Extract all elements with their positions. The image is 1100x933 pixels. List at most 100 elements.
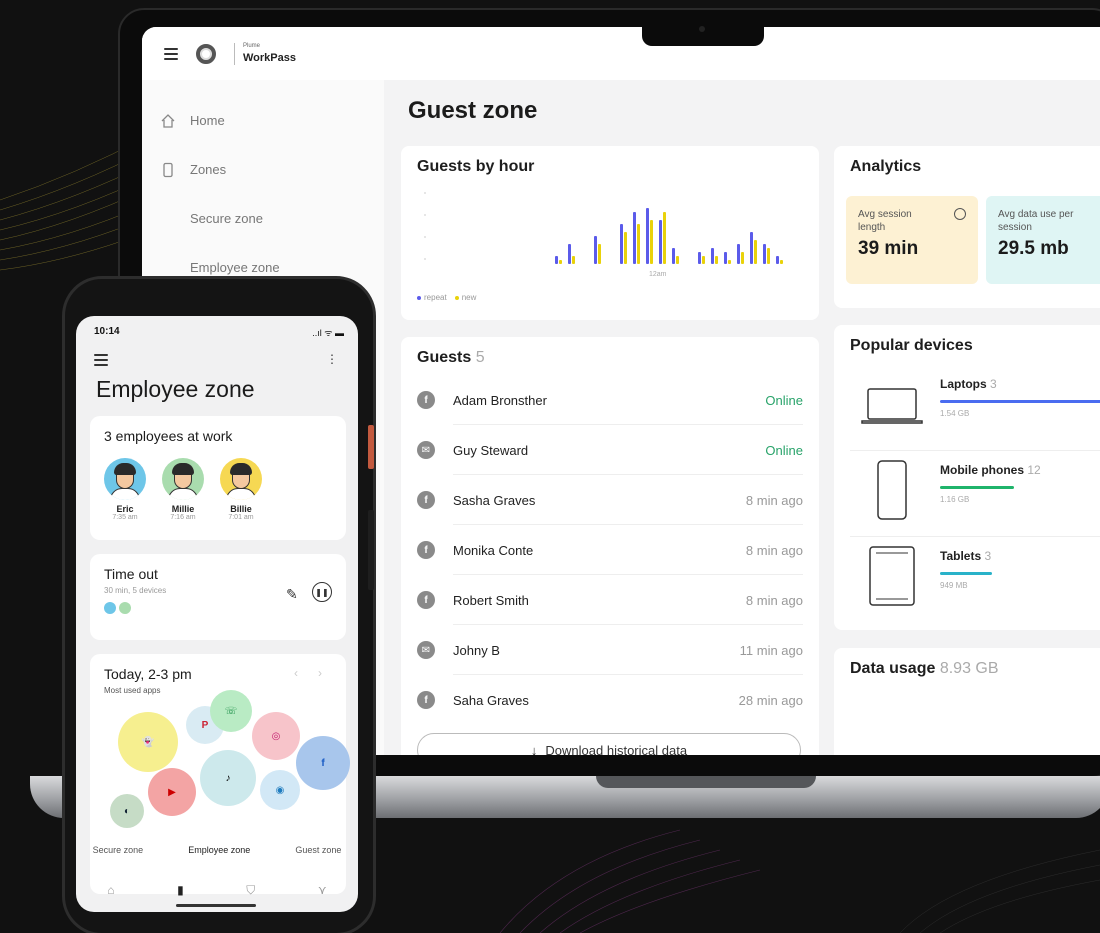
card-title: Time out bbox=[104, 566, 158, 582]
card-title: Today, 2-3 pm bbox=[104, 666, 192, 682]
shield-icon[interactable]: ⛉ bbox=[246, 883, 255, 898]
phone-menu-icon[interactable] bbox=[94, 354, 108, 366]
whatsapp-icon[interactable]: ☏ bbox=[210, 690, 252, 732]
download-icon: ↓ bbox=[530, 742, 538, 756]
next-arrow-icon[interactable]: › bbox=[318, 666, 322, 680]
bar-new bbox=[624, 232, 627, 264]
bar-new bbox=[637, 224, 640, 264]
card-title: Guests by hour bbox=[417, 158, 535, 175]
avatar bbox=[162, 458, 204, 500]
employees-at-work-card: 3 employees at work Eric 7:35 am Millie 7:1… bbox=[90, 416, 346, 540]
guest-status: 11 min ago bbox=[739, 642, 803, 658]
chat-app-icon[interactable]: ◉ bbox=[260, 770, 300, 810]
guest-name: Sasha Graves bbox=[453, 492, 536, 508]
popular-devices-card: Popular devices Laptops 3 1.54 GB Mobile… bbox=[834, 325, 1100, 630]
guest-avatar-icon: f bbox=[417, 691, 435, 709]
guest-row[interactable]: f Monika Conte 8 min ago bbox=[417, 525, 803, 575]
employee-name: Millie bbox=[171, 504, 195, 514]
plume-logo-icon bbox=[196, 43, 216, 64]
guests-by-hour-card: Guests by hour 12am repeat new bbox=[401, 146, 819, 320]
card-title: Data usage 8.93 GB bbox=[850, 660, 999, 677]
download-historical-data-button[interactable]: ↓ Download historical data bbox=[417, 733, 801, 755]
guest-name: Robert Smith bbox=[453, 592, 529, 608]
employee-avatar[interactable]: Billie 7:01 am bbox=[216, 458, 266, 521]
device-row-tablets[interactable]: Tablets 3 949 MB bbox=[850, 537, 1100, 623]
main-content: Guest zone Guests by hour 12am repeat ne… bbox=[384, 80, 1100, 755]
bar-new bbox=[754, 240, 757, 264]
bar-repeat bbox=[776, 256, 779, 264]
card-subtitle: 30 min, 5 devices bbox=[104, 586, 167, 595]
brand-logo[interactable]: Plume WorkPass bbox=[234, 42, 296, 65]
phone-icon[interactable]: ▮ bbox=[177, 883, 184, 897]
chart-legend: repeat new bbox=[417, 293, 476, 302]
bar-new bbox=[663, 212, 666, 264]
bar-repeat bbox=[750, 232, 753, 264]
guest-avatar-icon: f bbox=[417, 391, 435, 409]
home-icon[interactable]: ⌂ bbox=[107, 883, 114, 897]
bar-new bbox=[780, 260, 783, 264]
guest-avatar-icon: ✉ bbox=[417, 441, 435, 459]
employee-time: 7:35 am bbox=[112, 514, 138, 521]
sidebar-item-secure-zone[interactable]: Secure zone bbox=[142, 194, 384, 243]
clock-icon bbox=[954, 208, 966, 220]
bar-repeat bbox=[737, 244, 740, 264]
previous-arrow-icon[interactable]: ‹ bbox=[294, 666, 298, 680]
tab-employee-zone[interactable]: Employee zone bbox=[176, 839, 263, 861]
guest-row[interactable]: f Adam Bronsther Online bbox=[417, 375, 803, 425]
device-row-laptops[interactable]: Laptops 3 1.54 GB bbox=[850, 365, 1100, 451]
sidebar-item-zones[interactable]: Zones bbox=[142, 145, 384, 194]
guest-avatar-icon: f bbox=[417, 491, 435, 509]
bar-repeat bbox=[672, 248, 675, 264]
device-data-size: 1.54 GB bbox=[940, 409, 970, 418]
employee-time: 7:01 am bbox=[228, 514, 254, 521]
guest-row[interactable]: ✉ Johny B 11 min ago bbox=[417, 625, 803, 675]
bar-repeat bbox=[594, 236, 597, 264]
usage-bar bbox=[940, 400, 1100, 403]
instagram-icon[interactable]: ◎ bbox=[252, 712, 300, 760]
menu-icon[interactable] bbox=[164, 47, 178, 60]
bar-repeat bbox=[724, 252, 727, 264]
sidebar-item-home[interactable]: Home bbox=[142, 96, 384, 145]
edit-pencil-icon[interactable]: ✎ bbox=[286, 586, 298, 603]
stat-avg-data-use: Avg data use per session 29.5 mb bbox=[986, 196, 1100, 284]
device-name: Mobile phones 12 bbox=[940, 463, 1041, 477]
phone-screen: 10:14 ..ıl ᯤ ▬ ⋮ Employee zone 3 employe… bbox=[76, 316, 358, 912]
more-options-icon[interactable]: ⋮ bbox=[326, 352, 338, 366]
card-title: Guests 5 bbox=[417, 349, 485, 366]
sidebar-item-label: Home bbox=[190, 113, 225, 128]
snapchat-icon[interactable]: 👻 bbox=[118, 712, 178, 772]
bar-repeat bbox=[568, 244, 571, 264]
brand-name: WorkPass bbox=[243, 51, 296, 64]
phone-volume-button bbox=[368, 510, 374, 590]
guest-status: 28 min ago bbox=[738, 692, 803, 708]
guest-row[interactable]: ✉ Guy Steward Online bbox=[417, 425, 803, 475]
guest-name: Monika Conte bbox=[453, 542, 534, 558]
network-icon[interactable]: ⋎ bbox=[318, 883, 327, 897]
tab-guest-zone[interactable]: Guest zone bbox=[295, 845, 341, 855]
device-row-mobile-phones[interactable]: Mobile phones 12 1.16 GB bbox=[850, 451, 1100, 537]
bar-new bbox=[559, 260, 562, 264]
time-out-card: Time out 30 min, 5 devices ✎ ❚❚ bbox=[90, 554, 346, 640]
youtube-icon[interactable]: ▶ bbox=[148, 768, 196, 816]
employee-name: Billie bbox=[230, 504, 252, 514]
employee-avatar[interactable]: Millie 7:16 am bbox=[158, 458, 208, 521]
bar-repeat bbox=[646, 208, 649, 264]
bar-new bbox=[741, 252, 744, 264]
tab-secure-zone[interactable]: Secure zone bbox=[93, 845, 144, 855]
guest-row[interactable]: f Robert Smith 8 min ago bbox=[417, 575, 803, 625]
app-icon[interactable]: ◐ bbox=[110, 794, 144, 828]
data-usage-value: 8.93 GB bbox=[939, 660, 999, 677]
employee-name: Eric bbox=[116, 504, 134, 514]
tiktok-icon[interactable]: ♪ bbox=[200, 750, 256, 806]
guest-row[interactable]: f Saha Graves 28 min ago bbox=[417, 675, 803, 725]
guest-row[interactable]: f Sasha Graves 8 min ago bbox=[417, 475, 803, 525]
guest-status: 8 min ago bbox=[745, 542, 803, 558]
avatar bbox=[119, 602, 131, 614]
facebook-icon[interactable]: f bbox=[296, 736, 350, 790]
data-usage-card: Data usage 8.93 GB bbox=[834, 648, 1100, 755]
sidebar-item-label: Zones bbox=[190, 162, 227, 177]
pause-icon[interactable]: ❚❚ bbox=[312, 582, 332, 602]
card-title: 3 employees at work bbox=[104, 428, 233, 444]
employee-avatar[interactable]: Eric 7:35 am bbox=[100, 458, 150, 521]
bar-repeat bbox=[633, 212, 636, 264]
